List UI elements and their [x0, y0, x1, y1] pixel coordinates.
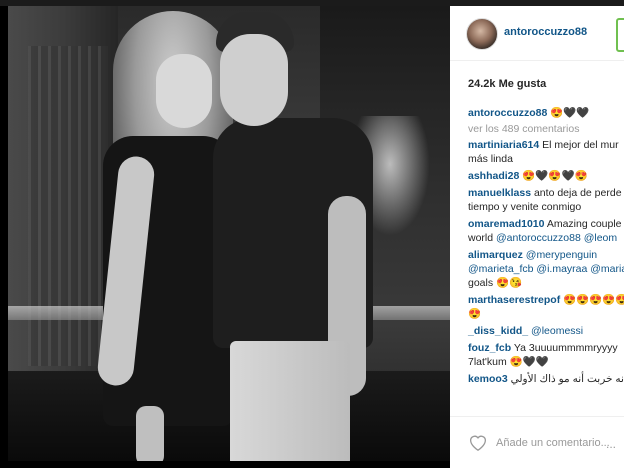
- list-item: marthaserestrepof 😍😍😍😍😍😍 😍: [468, 293, 624, 321]
- view-all-comments-link[interactable]: ver los 489 comentarios: [468, 123, 624, 135]
- man-face: [220, 34, 288, 126]
- woman-face: [156, 54, 212, 128]
- comment-text: anto deja de perde: [533, 187, 622, 199]
- comment-text: 😍😍😍😍😍😍: [563, 294, 624, 306]
- caption-user[interactable]: antoroccuzzo88: [468, 107, 547, 119]
- list-item: ashhadi28 😍🖤😍🖤😍: [468, 169, 624, 183]
- list-item: kemoo3 إنه خربت أنه مو ذاك الأولي: [468, 372, 624, 386]
- comment-user[interactable]: kemoo3: [468, 373, 508, 385]
- likes-count[interactable]: 24.2k Me gusta: [468, 78, 546, 90]
- add-comment-input[interactable]: Añade un comentario...: [496, 437, 610, 449]
- comment-mention[interactable]: @marieta_fcb @i.mayraa @maria: [468, 263, 624, 275]
- comment-user[interactable]: manuelklass: [468, 187, 531, 199]
- comment-text: más linda: [468, 153, 513, 165]
- follow-button[interactable]: [616, 18, 624, 52]
- comment-text: goals 😍😘: [468, 277, 523, 289]
- avatar[interactable]: [466, 18, 498, 50]
- post-photo[interactable]: [8, 6, 450, 461]
- header-username[interactable]: antoroccuzzo88: [504, 26, 587, 38]
- comment-text: tiempo y venite conmigo: [468, 201, 582, 213]
- comment-mention[interactable]: @leomessi: [531, 325, 583, 337]
- comment-text: 7lat'kum 😍🖤🖤: [468, 356, 549, 368]
- man-jeans: [230, 341, 350, 461]
- comment-text: إنه خربت أنه مو ذاك الأولي: [510, 373, 624, 385]
- comment-mention[interactable]: @antoroccuzzo88 @leom: [496, 232, 617, 244]
- caption: antoroccuzzo88 😍🖤🖤: [468, 106, 624, 120]
- list-item: omaremad1010 Amazing couple world @antor…: [468, 217, 624, 245]
- list-item: alimarquez @merypenguin @marieta_fcb @i.…: [468, 248, 624, 290]
- comment-text: El mejor del mur: [542, 139, 619, 151]
- comment-mention[interactable]: @merypenguin: [526, 249, 597, 261]
- comment-text: 😍🖤😍🖤😍: [522, 170, 588, 182]
- caption-text: 😍🖤🖤: [550, 107, 590, 119]
- comment-user[interactable]: fouz_fcb: [468, 342, 511, 354]
- woman-leg: [136, 406, 164, 461]
- comment-text: Ya 3uuuummmmryyyy: [513, 342, 618, 354]
- comment-user[interactable]: ashhadi28: [468, 170, 519, 182]
- comment-user[interactable]: omaremad1010: [468, 218, 544, 230]
- list-item: martiniaria614 El mejor del mur más lind…: [468, 138, 624, 166]
- comment-user[interactable]: alimarquez: [468, 249, 523, 261]
- post-header: antoroccuzzo88: [450, 6, 624, 61]
- comment-user[interactable]: marthaserestrepof: [468, 294, 560, 306]
- list-item: _diss_kidd_ @leomessi: [468, 324, 624, 338]
- comment-text: 😍: [468, 308, 482, 320]
- list-item: manuelklass anto deja de perde tiempo y …: [468, 186, 624, 214]
- more-options-button[interactable]: ...: [606, 437, 616, 451]
- comment-user[interactable]: _diss_kidd_: [468, 325, 528, 337]
- post-side-panel: antoroccuzzo88 24.2k Me gusta antoroccuz…: [450, 6, 624, 468]
- comment-footer: Añade un comentario... ...: [450, 416, 624, 468]
- heart-icon[interactable]: [468, 433, 488, 451]
- list-item: fouz_fcb Ya 3uuuummmmryyyy 7lat'kum 😍🖤🖤: [468, 341, 624, 369]
- comment-text: world: [468, 232, 497, 244]
- comment-text: Amazing couple: [546, 218, 622, 230]
- comment-user[interactable]: martiniaria614: [468, 139, 539, 151]
- comments-list: antoroccuzzo88 😍🖤🖤 ver los 489 comentari…: [468, 106, 624, 389]
